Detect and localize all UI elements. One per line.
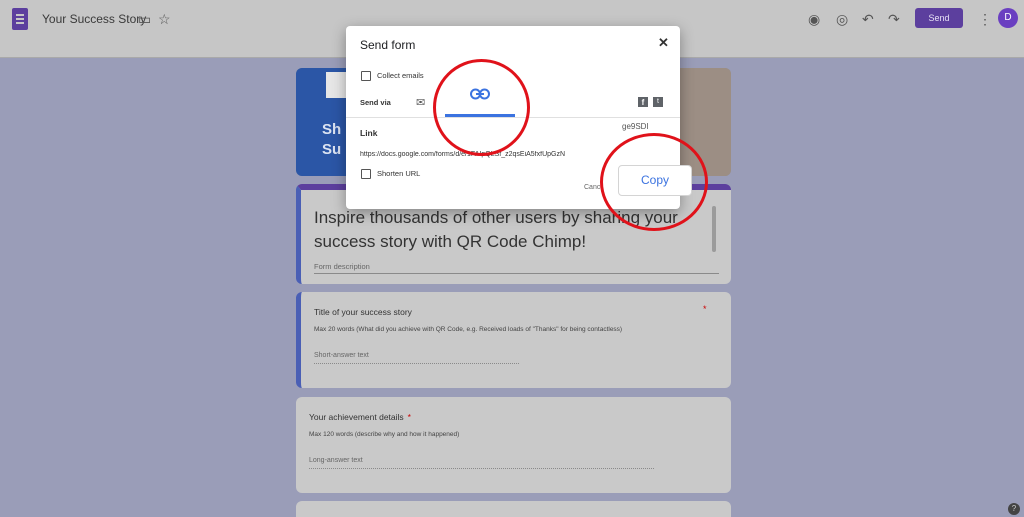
link-label: Link — [360, 128, 378, 138]
collect-emails-label: Collect emails — [377, 71, 424, 80]
folder-icon[interactable]: ▭ — [138, 10, 151, 28]
question-help-text: Max 20 words (What did you achieve with … — [314, 326, 623, 333]
forms-app-icon[interactable] — [12, 8, 28, 30]
question-title-text: Your achievement details — [309, 412, 404, 422]
document-title[interactable]: Your Success Story — [42, 12, 146, 26]
twitter-icon[interactable]: t — [653, 97, 663, 107]
shorten-url-checkbox[interactable] — [361, 169, 371, 179]
redo-icon[interactable]: ↷ — [888, 10, 900, 28]
header-text: Sh Su — [322, 121, 342, 158]
annotation-circle-link — [433, 59, 530, 156]
eye-icon[interactable]: ◎ — [836, 10, 848, 28]
annotation-circle-copy — [600, 133, 708, 231]
question-title[interactable]: Title of your success story — [314, 307, 412, 317]
shorten-url-label: Shorten URL — [377, 169, 421, 178]
question-card[interactable] — [296, 501, 731, 517]
required-marker: * — [703, 304, 707, 314]
question-card[interactable]: Your achievement details * Max 120 words … — [296, 397, 731, 493]
question-help-text: Max 120 words (describe why and how it h… — [309, 431, 460, 438]
help-icon[interactable]: ? — [1008, 503, 1020, 515]
more-vert-icon[interactable]: ⋮ — [978, 10, 992, 28]
close-icon[interactable]: ✕ — [658, 35, 669, 51]
form-description-field[interactable]: Form description — [314, 262, 719, 274]
url-overflow-text: ge9SDI — [622, 122, 649, 131]
dialog-title: Send form — [360, 38, 416, 52]
cancel-button[interactable]: Canc — [584, 184, 600, 191]
facebook-icon[interactable]: f — [638, 97, 648, 107]
title-scrollbar[interactable] — [712, 206, 716, 252]
collect-emails-checkbox[interactable] — [361, 71, 371, 81]
question-title[interactable]: Your achievement details * — [309, 412, 411, 422]
avatar[interactable]: D — [998, 8, 1018, 28]
required-marker: * — [407, 412, 411, 422]
question-card[interactable]: Title of your success story * Max 20 wor… — [296, 292, 731, 388]
palette-icon[interactable]: ◉ — [808, 10, 820, 28]
undo-icon[interactable]: ↶ — [862, 10, 874, 28]
email-icon[interactable]: ✉ — [416, 96, 425, 109]
send-button[interactable]: Send — [915, 8, 963, 28]
send-via-label: Send via — [360, 98, 391, 107]
answer-field: Long-answer text — [309, 457, 654, 469]
star-icon[interactable]: ☆ — [158, 10, 171, 28]
answer-field: Short-answer text — [314, 352, 519, 364]
